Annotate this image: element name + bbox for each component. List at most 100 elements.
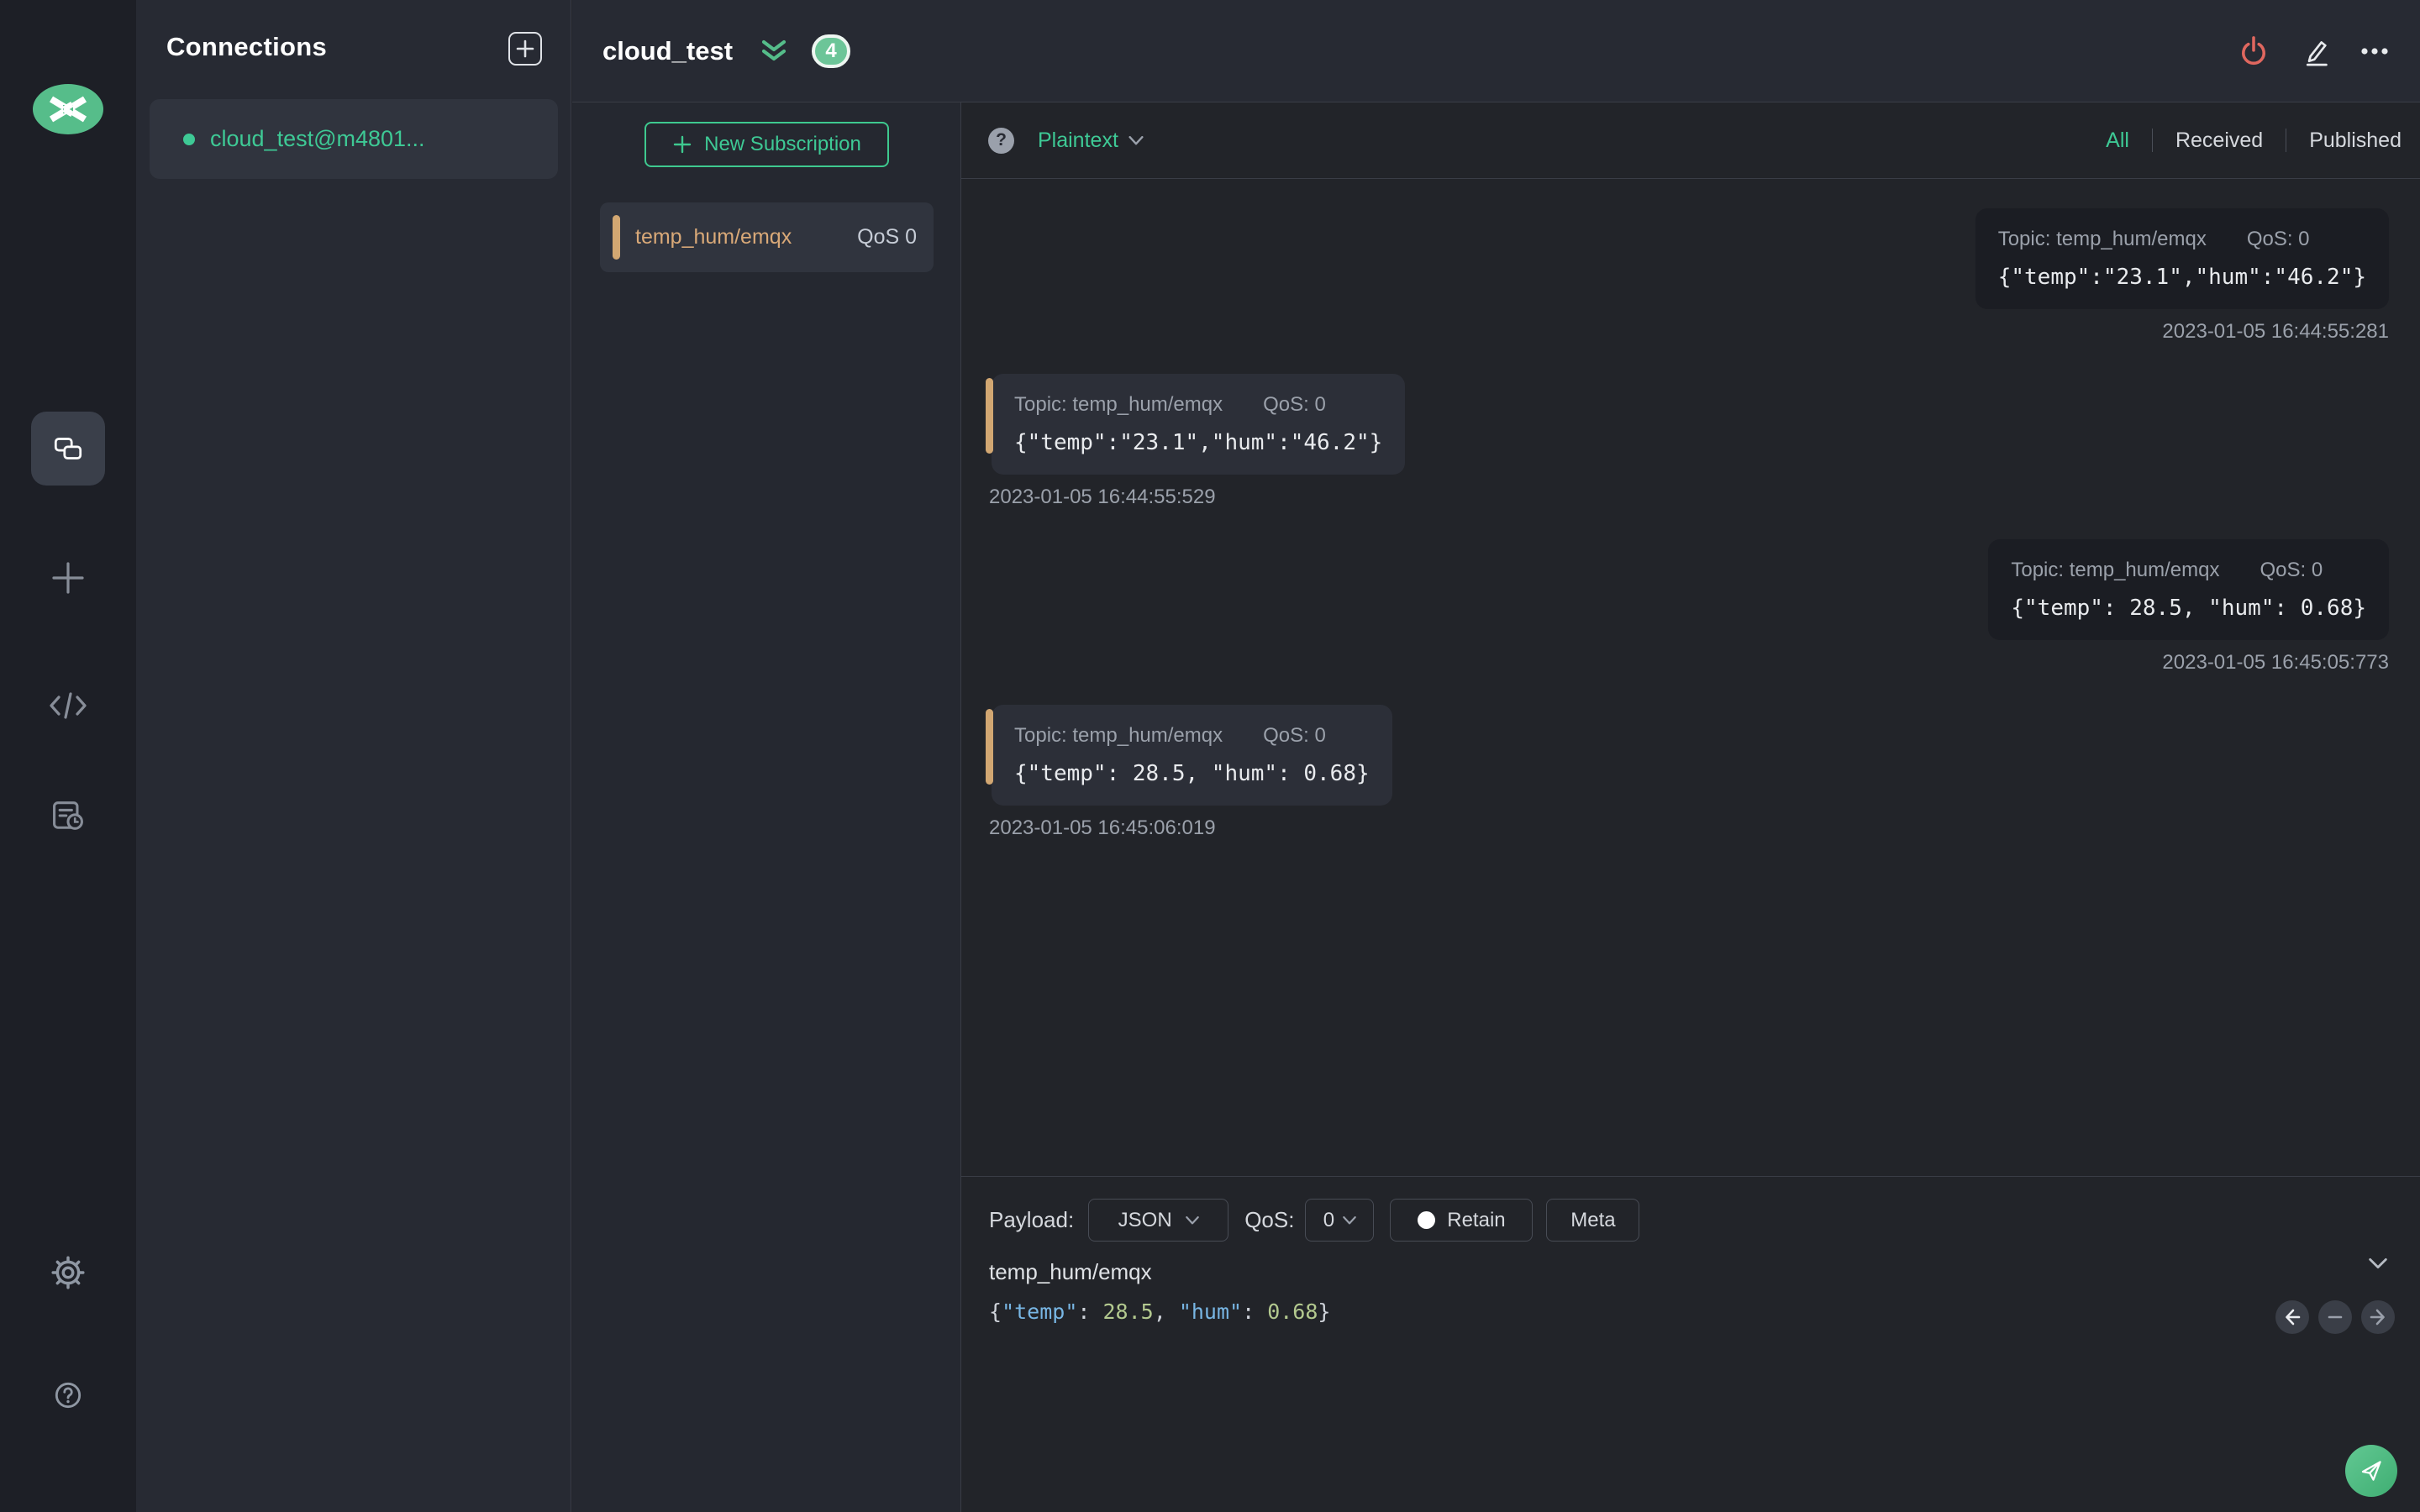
message-timestamp: 2023-01-05 16:44:55:529 (989, 486, 1216, 508)
nav-log[interactable] (49, 796, 87, 835)
message-published: Topic: temp_hum/emqx QoS: 0 {"temp":"23.… (986, 208, 2389, 344)
retain-toggle[interactable]: Retain (1390, 1199, 1534, 1242)
nav-script[interactable] (48, 687, 88, 724)
composer-controls: Payload: JSON QoS: 0 Retain Meta (989, 1199, 2420, 1242)
tab-divider (2151, 129, 2153, 152)
chevron-down-icon (1185, 1215, 1199, 1224)
message-payload: {"temp": 28.5, "hum": 0.68} (1014, 761, 1370, 786)
qos-selected: 0 (1323, 1208, 1335, 1231)
plus-icon (673, 135, 692, 154)
ellipsis-icon (2361, 47, 2388, 55)
nav-new-connection[interactable] (48, 558, 88, 598)
payload-token: 28.5 (1102, 1299, 1154, 1324)
nav-settings[interactable] (49, 1253, 87, 1292)
message-qos: QoS: 0 (1263, 393, 1326, 416)
message-meta: Topic: temp_hum/emqx QoS: 0 (2011, 559, 2366, 582)
disconnect-button[interactable] (2237, 34, 2270, 68)
message-timestamp: 2023-01-05 16:45:05:773 (2162, 651, 2389, 674)
history-clear-button[interactable] (2318, 1300, 2352, 1334)
message-qos: QoS: 0 (1263, 724, 1326, 747)
titlebar-actions (2237, 34, 2391, 68)
subscription-color-bar (986, 378, 993, 454)
tab-all[interactable]: All (2106, 129, 2129, 153)
message-bubble[interactable]: Topic: temp_hum/emqx QoS: 0 {"temp": 28.… (992, 705, 1392, 806)
send-button[interactable] (2345, 1445, 2397, 1497)
payload-token: : (1242, 1299, 1268, 1324)
message-meta: Topic: temp_hum/emqx QoS: 0 (1014, 724, 1370, 748)
app-rail (0, 0, 136, 1512)
connection-item[interactable]: cloud_test@m4801... (150, 99, 558, 179)
gear-icon (51, 1256, 85, 1289)
payload-label: Payload: (989, 1207, 1075, 1232)
arrow-left-icon (2286, 1309, 2301, 1326)
edit-connection-button[interactable] (2297, 34, 2331, 68)
history-prev-button[interactable] (2275, 1300, 2309, 1334)
history-nav (2275, 1300, 2395, 1334)
pencil-icon (2306, 40, 2328, 66)
retain-label: Retain (1447, 1208, 1506, 1231)
message-bubble[interactable]: Topic: temp_hum/emqx QoS: 0 {"temp": 28.… (1988, 539, 2389, 640)
payload-format-help-icon[interactable]: ? (988, 127, 1014, 154)
scroll-to-bottom-button[interactable] (758, 37, 790, 66)
message-topic: Topic: temp_hum/emqx (1014, 724, 1223, 747)
more-options-button[interactable] (2358, 34, 2391, 68)
qos-dropdown[interactable]: 0 (1305, 1199, 1375, 1242)
message-bubble[interactable]: Topic: temp_hum/emqx QoS: 0 {"temp":"23.… (1975, 208, 2389, 309)
message-column: ? Plaintext All Received Published Topic… (961, 102, 2420, 1512)
connections-title: Connections (166, 32, 328, 61)
message-payload: {"temp":"23.1","hum":"46.2"} (1014, 430, 1383, 455)
new-message-count-badge[interactable]: 4 (812, 34, 851, 68)
mqttx-logo-icon (49, 96, 87, 123)
payload-format-select[interactable]: Plaintext (1038, 129, 1144, 153)
payload-token: : (1077, 1299, 1103, 1324)
collapse-composer-button[interactable] (2368, 1257, 2388, 1269)
payload-token: "temp" (1002, 1299, 1078, 1324)
subscription-color-bar (613, 215, 620, 260)
connection-titlebar: cloud_test 4 (572, 0, 2420, 102)
retain-indicator-dot (1418, 1211, 1436, 1229)
history-next-button[interactable] (2361, 1300, 2395, 1334)
connections-panel: Connections cloud_test@m4801... (136, 0, 571, 1512)
payload-token: { (989, 1299, 1002, 1324)
chevron-down-icon (1343, 1215, 1356, 1224)
payload-token: 0.68 (1267, 1299, 1318, 1324)
new-subscription-button[interactable]: New Subscription (644, 122, 889, 167)
connection-title: cloud_test (602, 35, 734, 66)
subscription-topic: temp_hum/emqx (635, 225, 792, 249)
message-bubble[interactable]: Topic: temp_hum/emqx QoS: 0 {"temp":"23.… (992, 374, 1406, 475)
message-qos: QoS: 0 (2246, 228, 2310, 250)
power-icon (2242, 35, 2265, 65)
minus-icon (2328, 1315, 2343, 1319)
message-timestamp: 2023-01-05 16:45:06:019 (989, 816, 1216, 839)
nav-connections[interactable] (31, 412, 105, 486)
subscription-item[interactable]: temp_hum/emqx QoS 0 (600, 202, 934, 272)
tab-published[interactable]: Published (2309, 129, 2402, 153)
connection-name: cloud_test@m4801... (210, 126, 425, 151)
nav-help[interactable] (54, 1381, 82, 1410)
message-filter-bar: ? Plaintext All Received Published (961, 102, 2420, 179)
payload-format-dropdown[interactable]: JSON (1088, 1199, 1229, 1242)
payload-token: } (1318, 1299, 1331, 1324)
main-body: New Subscription temp_hum/emqx QoS 0 ? P… (572, 102, 2420, 1512)
message-topic: Topic: temp_hum/emqx (1997, 228, 2207, 250)
connection-status-dot (183, 133, 195, 145)
add-connection-button[interactable] (508, 32, 542, 66)
plus-icon (52, 562, 84, 594)
message-received: Topic: temp_hum/emqx QoS: 0 {"temp":"23.… (986, 374, 2389, 509)
qos-label: QoS: (1244, 1207, 1295, 1232)
tab-received[interactable]: Received (2175, 129, 2263, 153)
composer-topic-input[interactable]: temp_hum/emqx (989, 1259, 1152, 1285)
message-list[interactable]: Topic: temp_hum/emqx QoS: 0 {"temp":"23.… (961, 179, 2420, 1176)
payload-token: "hum" (1178, 1299, 1243, 1324)
log-icon (53, 801, 83, 830)
composer-payload-editor[interactable]: {"temp": 28.5, "hum": 0.68} (989, 1299, 2420, 1324)
payload-format-selected: JSON (1118, 1208, 1172, 1231)
subscription-qos: QoS 0 (857, 225, 917, 249)
message-published: Topic: temp_hum/emqx QoS: 0 {"temp": 28.… (986, 539, 2389, 675)
message-timestamp: 2023-01-05 16:44:55:281 (2162, 320, 2389, 343)
meta-button[interactable]: Meta (1546, 1199, 1640, 1242)
mqttx-logo (33, 84, 103, 134)
message-meta: Topic: temp_hum/emqx QoS: 0 (1998, 228, 2366, 251)
message-payload: {"temp": 28.5, "hum": 0.68} (2011, 596, 2366, 621)
payload-format-value: Plaintext (1038, 128, 1118, 152)
